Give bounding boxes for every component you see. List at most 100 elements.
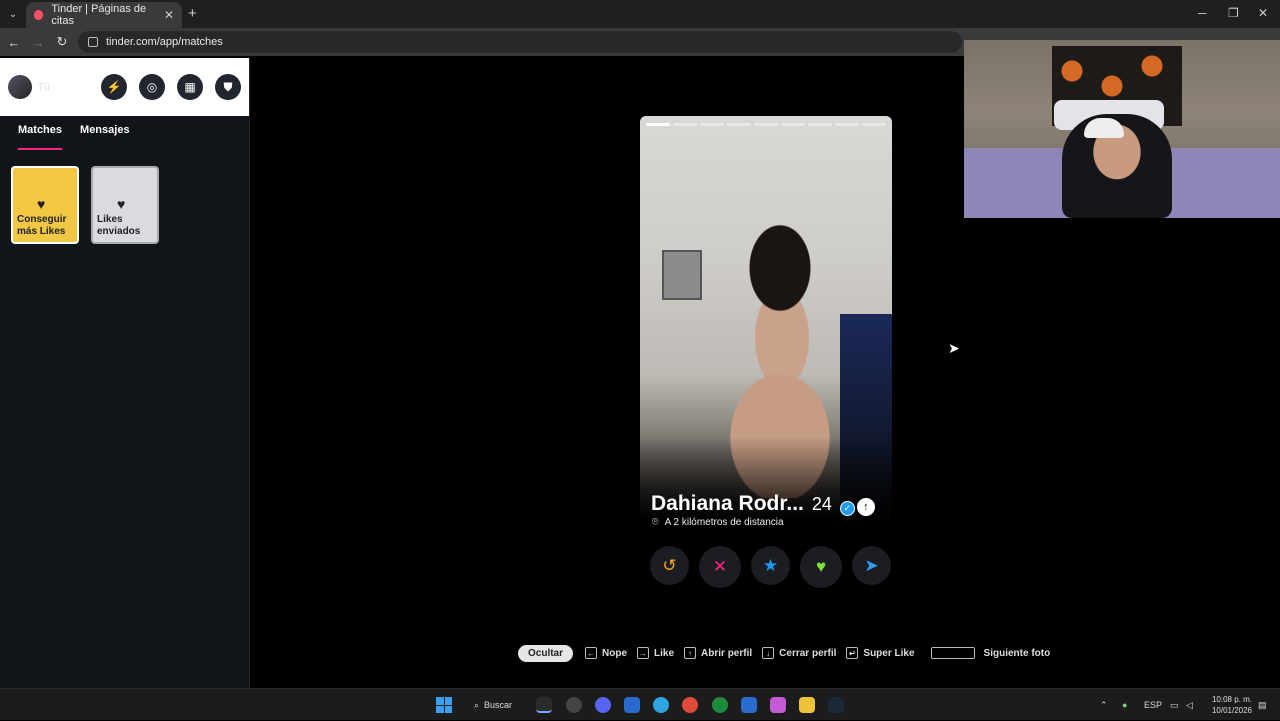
arrow-left-key-icon: ← <box>585 647 598 659</box>
app-icon[interactable] <box>566 697 582 713</box>
windows-start-icon[interactable] <box>436 697 452 713</box>
restore-icon[interactable]: ❐ <box>1228 6 1239 20</box>
volume-icon[interactable]: ◁ <box>1186 689 1193 721</box>
card-label: Likes enviados <box>97 214 141 237</box>
shortcut-close-profile: ↓ Cerrar perfil <box>762 647 836 659</box>
likes-sent-card[interactable]: ♥ Likes enviados <box>91 166 159 244</box>
chrome-app-icon[interactable] <box>682 697 698 713</box>
search-label: Buscar <box>484 700 513 710</box>
window-close-icon[interactable]: ✕ <box>1258 6 1268 20</box>
super-like-button[interactable]: ★ <box>751 546 790 585</box>
tinder-favicon-icon <box>34 10 44 20</box>
tab-close-icon[interactable]: ✕ <box>164 8 174 22</box>
explore-compass-icon[interactable]: ◎ <box>139 74 165 100</box>
user-label[interactable]: Tú <box>38 82 50 93</box>
heart-speed-icon: ♥ <box>117 196 126 212</box>
tray-chevron-icon[interactable]: ⌃ <box>1100 689 1108 721</box>
tab-title: Tinder | Páginas de citas <box>51 3 147 27</box>
rewind-button[interactable]: ↺ <box>650 546 689 585</box>
taskbar-clock[interactable]: 10:08 p. m. 10/01/2026 <box>1204 694 1252 716</box>
mouse-cursor-icon: ➤ <box>948 340 960 356</box>
file-explorer-app-icon[interactable] <box>799 697 815 713</box>
app-icon[interactable] <box>624 697 640 713</box>
hide-shortcuts-button[interactable]: Ocultar <box>518 644 574 662</box>
safety-shield-icon[interactable]: ⛊ <box>215 74 241 100</box>
arrow-right-key-icon: → <box>637 647 650 659</box>
shortcut-label: Abrir perfil <box>701 647 753 659</box>
photo-progress-segment[interactable] <box>808 123 832 126</box>
clock-date: 10/01/2026 <box>1211 706 1252 715</box>
boost-lightning-icon[interactable]: ⚡ <box>101 74 127 100</box>
arrow-up-key-icon: ↑ <box>684 647 697 659</box>
profile-age: 24 <box>811 494 832 514</box>
forward-icon[interactable]: → <box>26 35 50 50</box>
keyboard-shortcuts-bar: Ocultar ← Nope → Like ↑ Abrir perfil ↓ Cerra… <box>518 643 1050 663</box>
sidebar-header: Tú ⚡ ◎ ▦ ⛊ <box>0 58 249 116</box>
nope-button[interactable]: ✕ <box>699 546 741 588</box>
verified-badge-icon: ✓ <box>839 501 855 516</box>
back-icon[interactable]: ← <box>2 35 26 50</box>
language-indicator[interactable]: ESP <box>1144 689 1162 721</box>
shortcut-like: → Like <box>637 647 674 659</box>
notification-icon[interactable]: ▤ <box>1258 689 1267 721</box>
site-info-icon[interactable] <box>88 37 98 47</box>
minimize-icon[interactable]: ─ <box>1198 6 1207 20</box>
reload-icon[interactable]: ↻ <box>50 34 74 50</box>
profile-card[interactable]: Dahiana Rodr... 24 ✓ ↑ ⌾ A 2 kilómetros … <box>640 116 892 592</box>
profile-name-row: Dahiana Rodr... 24 ✓ ↑ <box>651 492 875 516</box>
browser-tab[interactable]: Tinder | Páginas de citas ✕ <box>26 2 182 28</box>
matches-cards: ♥ Conseguir más Likes ♥ Likes enviados <box>0 150 249 260</box>
tab-matches[interactable]: Matches <box>18 124 63 150</box>
windows-taskbar: ⌕ Buscar ⌃ ● ESP ▭ ◁ 10:08 p. m. 10/01/2… <box>0 688 1280 720</box>
steam-app-icon[interactable] <box>828 697 844 713</box>
copilot-app-icon[interactable] <box>770 697 786 713</box>
photo-progress-segment[interactable] <box>673 123 697 126</box>
chrome-app-icon[interactable] <box>536 697 552 713</box>
shortcut-super-like: ↵ Super Like <box>846 647 915 659</box>
photo-progress-segment[interactable] <box>727 123 751 126</box>
taskbar-search[interactable]: ⌕ Buscar <box>466 694 526 716</box>
x-icon: ✕ <box>712 557 728 576</box>
get-more-likes-card[interactable]: ♥ Conseguir más Likes <box>11 166 79 244</box>
address-bar[interactable]: tinder.com/app/matches <box>78 31 962 53</box>
photo-progress-segment[interactable] <box>700 123 724 126</box>
profile-distance-row: ⌾ A 2 kilómetros de distancia <box>652 516 784 529</box>
photo-progress-segment[interactable] <box>835 123 859 126</box>
star-icon: ★ <box>762 555 779 575</box>
shortcut-next-photo: Siguiente foto <box>930 647 1050 659</box>
tinder-sidebar: Tú ⚡ ◎ ▦ ⛊ Matches Mensajes ♥ Conseguir … <box>0 58 250 688</box>
profile-distance: A 2 kilómetros de distancia <box>664 517 784 528</box>
shortcut-open-profile: ↑ Abrir perfil <box>684 647 752 659</box>
send-icon: ➤ <box>864 555 879 575</box>
url-text: tinder.com/app/matches <box>106 36 223 48</box>
cam-cap <box>1084 118 1124 138</box>
briefcase-icon[interactable]: ▦ <box>177 74 203 100</box>
webcam-overlay <box>964 40 1280 218</box>
tab-search-chevron-icon[interactable]: ⌄ <box>0 0 26 28</box>
photo-progress-segment[interactable] <box>646 123 670 126</box>
header-icons: ⚡ ◎ ▦ ⛊ <box>101 74 241 100</box>
enter-key-icon: ↵ <box>846 647 859 659</box>
edge-app-icon[interactable] <box>653 697 669 713</box>
shortcut-label: Cerrar perfil <box>779 647 837 659</box>
clock-time: 10:08 p. m. <box>1211 695 1252 704</box>
tab-messages[interactable]: Mensajes <box>80 124 130 150</box>
rewind-icon: ↺ <box>662 555 677 575</box>
new-tab-button[interactable]: + <box>188 5 197 22</box>
search-icon: ⌕ <box>474 699 480 710</box>
photo-progress-segment[interactable] <box>862 123 886 126</box>
open-profile-arrow-icon[interactable]: ↑ <box>856 498 875 516</box>
microphone-icon[interactable]: ● <box>1122 689 1127 721</box>
space-key-icon <box>930 647 975 659</box>
network-icon[interactable]: ▭ <box>1170 689 1179 721</box>
discord-app-icon[interactable] <box>595 697 611 713</box>
photo-progress-segment[interactable] <box>781 123 805 126</box>
profile-name: Dahiana Rodr... <box>651 492 804 515</box>
like-button[interactable]: ♥ <box>800 546 842 588</box>
boost-button[interactable]: ➤ <box>852 546 891 585</box>
store-app-icon[interactable] <box>741 697 757 713</box>
photo-progress-bar <box>646 123 886 126</box>
avatar[interactable] <box>8 75 32 99</box>
xbox-app-icon[interactable] <box>712 697 728 713</box>
photo-progress-segment[interactable] <box>754 123 778 126</box>
